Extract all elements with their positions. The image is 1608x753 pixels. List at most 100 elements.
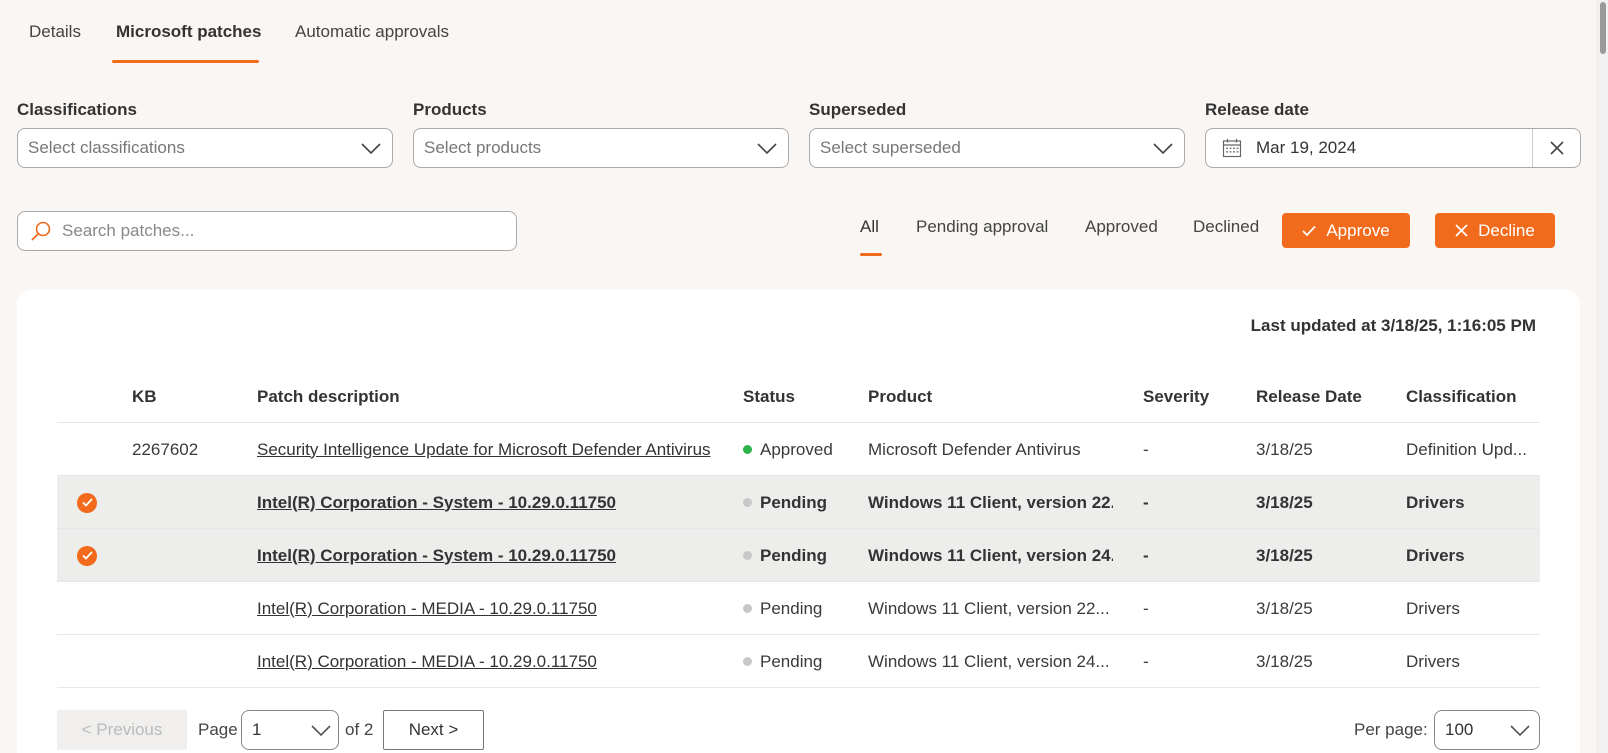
page-select[interactable]: 1	[241, 710, 339, 750]
status-tab-declined[interactable]: Declined	[1193, 217, 1259, 237]
release-date-value: Mar 19, 2024	[1256, 138, 1357, 157]
status-tab-pending-approval[interactable]: Pending approval	[916, 217, 1048, 237]
active-status-tab-indicator	[860, 253, 882, 256]
column-header-product[interactable]: Product	[868, 370, 932, 423]
cell-product: Windows 11 Client, version 22...	[868, 476, 1113, 529]
products-select[interactable]: Select products	[413, 128, 789, 168]
cell-release-date-text: 3/18/25	[1256, 545, 1313, 565]
patch-link[interactable]: Intel(R) Corporation - System - 10.29.0.…	[257, 493, 616, 513]
cell-kb: 2267602	[132, 423, 198, 476]
cell-description: Intel(R) Corporation - MEDIA - 10.29.0.1…	[257, 635, 597, 688]
approve-button[interactable]: Approve	[1282, 213, 1410, 248]
table-row[interactable]: Intel(R) Corporation - System - 10.29.0.…	[57, 476, 1540, 529]
column-header-description[interactable]: Patch description	[257, 370, 400, 423]
superseded-filter: Superseded Select superseded	[809, 100, 1185, 168]
decline-button[interactable]: Decline	[1435, 213, 1555, 248]
cell-product: Windows 11 Client, version 22...	[868, 582, 1113, 635]
row-checkbox-cell[interactable]	[77, 529, 97, 582]
cell-status: Pending	[743, 582, 822, 635]
check-circle-icon[interactable]	[77, 492, 97, 513]
cell-status: Pending	[743, 635, 822, 688]
page-count-label: of 2	[345, 720, 374, 739]
status-tab-all[interactable]: All	[860, 217, 879, 237]
status-dot-icon	[743, 604, 752, 613]
table-row[interactable]: Intel(R) Corporation - MEDIA - 10.29.0.1…	[57, 582, 1540, 635]
cell-classification: Drivers	[1406, 635, 1540, 688]
table-header-row: KB Patch description Status Product Seve…	[57, 370, 1540, 423]
tab-automatic-approvals[interactable]: Automatic approvals	[295, 22, 449, 42]
previous-page-button[interactable]: < Previous	[57, 710, 187, 750]
approve-label: Approve	[1326, 220, 1390, 240]
cell-release-date: 3/18/25	[1256, 476, 1313, 529]
cell-release-date-text: 3/18/25	[1256, 598, 1313, 618]
status-dot-icon	[743, 445, 752, 454]
patch-link[interactable]: Intel(R) Corporation - MEDIA - 10.29.0.1…	[257, 652, 597, 672]
cell-release-date: 3/18/25	[1256, 635, 1313, 688]
cell-kb-text: 2267602	[132, 439, 199, 459]
tab-details[interactable]: Details	[29, 22, 81, 42]
superseded-select[interactable]: Select superseded	[809, 128, 1185, 168]
patch-link[interactable]: Intel(R) Corporation - System - 10.29.0.…	[257, 546, 616, 566]
column-header-severity[interactable]: Severity	[1143, 370, 1209, 423]
page-label: Page	[198, 720, 238, 739]
chevron-down-icon	[1510, 725, 1530, 737]
cell-severity: -	[1143, 529, 1149, 582]
cell-classification-text: Drivers	[1406, 598, 1460, 618]
search-input[interactable]	[62, 221, 482, 241]
superseded-placeholder: Select superseded	[820, 138, 961, 157]
cell-description: Security Intelligence Update for Microso…	[257, 423, 711, 476]
cell-classification: Drivers	[1406, 476, 1540, 529]
cell-status-text: Approved	[760, 439, 833, 459]
active-tab-indicator	[112, 60, 259, 63]
cell-description: Intel(R) Corporation - MEDIA - 10.29.0.1…	[257, 582, 597, 635]
per-page-select[interactable]: 100	[1434, 710, 1540, 750]
cell-description: Intel(R) Corporation - System - 10.29.0.…	[257, 529, 616, 582]
cell-product-text: Windows 11 Client, version 22...	[868, 492, 1113, 512]
release-date-label: Release date	[1205, 100, 1309, 119]
cell-release-date: 3/18/25	[1256, 582, 1313, 635]
column-header-kb[interactable]: KB	[132, 370, 157, 423]
cell-severity: -	[1143, 423, 1149, 476]
cell-status-text: Pending	[760, 598, 823, 618]
cell-product: Microsoft Defender Antivirus	[868, 423, 1113, 476]
classifications-filter: Classifications Select classifications	[17, 100, 393, 168]
table-row[interactable]: Intel(R) Corporation - MEDIA - 10.29.0.1…	[57, 635, 1540, 688]
status-dot-icon	[743, 551, 752, 560]
cell-product-text: Windows 11 Client, version 24...	[868, 651, 1110, 671]
scrollbar-thumb[interactable]	[1600, 2, 1606, 54]
check-circle-icon[interactable]	[77, 545, 97, 566]
table-row[interactable]: Intel(R) Corporation - System - 10.29.0.…	[57, 529, 1540, 582]
page-scrollbar[interactable]	[1596, 0, 1608, 753]
cell-product: Windows 11 Client, version 24...	[868, 529, 1113, 582]
status-dot-icon	[743, 657, 752, 666]
chevron-down-icon	[1153, 143, 1173, 155]
cell-severity-text: -	[1143, 545, 1149, 565]
cell-product: Windows 11 Client, version 24...	[868, 635, 1113, 688]
chevron-down-icon	[757, 143, 777, 155]
page-value: 1	[252, 720, 262, 739]
close-icon	[1549, 141, 1564, 155]
release-date-input[interactable]: Mar 19, 2024	[1205, 128, 1581, 168]
classifications-select[interactable]: Select classifications	[17, 128, 393, 168]
cell-product-text: Microsoft Defender Antivirus	[868, 439, 1081, 459]
cell-release-date: 3/18/25	[1256, 529, 1313, 582]
patch-link[interactable]: Intel(R) Corporation - MEDIA - 10.29.0.1…	[257, 599, 597, 619]
column-header-classification[interactable]: Classification	[1406, 370, 1517, 423]
column-header-status[interactable]: Status	[743, 370, 795, 423]
cell-severity-text: -	[1143, 598, 1149, 618]
clear-date-button[interactable]	[1532, 129, 1580, 167]
next-page-button[interactable]: Next >	[383, 710, 484, 750]
cell-severity-text: -	[1143, 651, 1149, 671]
tab-microsoft-patches[interactable]: Microsoft patches	[116, 22, 261, 42]
close-icon	[1455, 224, 1468, 237]
row-checkbox-cell[interactable]	[77, 476, 97, 529]
cell-release-date: 3/18/25	[1256, 423, 1313, 476]
table-row[interactable]: 2267602 Security Intelligence Update for …	[57, 423, 1540, 476]
cell-classification-text: Drivers	[1406, 545, 1465, 565]
column-header-release-date[interactable]: Release Date	[1256, 370, 1362, 423]
superseded-label: Superseded	[809, 100, 907, 119]
cell-status: Pending	[743, 476, 827, 529]
cell-product-text: Windows 11 Client, version 22...	[868, 598, 1110, 618]
status-tab-approved[interactable]: Approved	[1085, 217, 1158, 237]
patch-link[interactable]: Security Intelligence Update for Microso…	[257, 440, 711, 460]
